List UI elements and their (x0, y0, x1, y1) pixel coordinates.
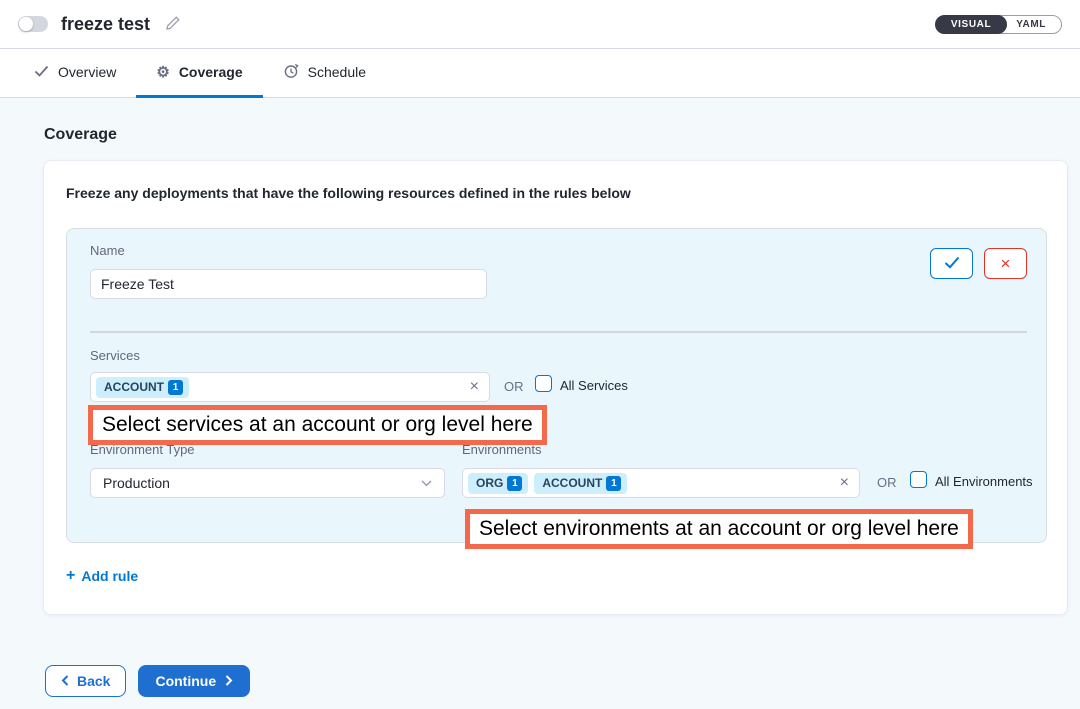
environment-chip-account[interactable]: ACCOUNT 1 (534, 473, 627, 494)
environments-multiselect[interactable]: ORG 1 ACCOUNT 1 × (462, 468, 860, 498)
chip-count-badge: 1 (606, 476, 621, 491)
continue-label: Continue (155, 673, 216, 689)
tab-schedule-label: Schedule (308, 64, 366, 80)
panel-divider (90, 331, 1027, 333)
environments-annotation-callout: Select environments at an account or org… (465, 509, 973, 549)
environment-type-select[interactable]: Production (90, 468, 445, 498)
tab-schedule[interactable]: Schedule (263, 49, 386, 98)
all-services-label: All Services (560, 378, 628, 393)
plus-icon: + (66, 567, 75, 585)
checkmark-icon (944, 256, 960, 272)
clear-environments-icon[interactable]: × (840, 475, 849, 491)
chip-label: ORG (476, 476, 503, 490)
clear-services-icon[interactable]: × (470, 379, 479, 395)
continue-button[interactable]: Continue (138, 665, 250, 697)
tab-overview[interactable]: Overview (14, 49, 136, 98)
wizard-footer: Back Continue (45, 665, 1080, 697)
services-annotation-callout: Select services at an account or org lev… (88, 405, 547, 445)
schedule-clock-icon (283, 63, 299, 82)
coverage-card: Freeze any deployments that have the fol… (43, 160, 1068, 615)
chip-label: ACCOUNT (542, 476, 602, 490)
top-bar: freeze test VISUAL YAML (0, 0, 1080, 49)
coverage-page: Coverage Freeze any deployments that hav… (0, 98, 1080, 709)
visual-yaml-switcher: VISUAL YAML (935, 15, 1062, 34)
name-label: Name (90, 243, 125, 258)
all-services-checkbox[interactable] (535, 375, 552, 392)
environment-chip-org[interactable]: ORG 1 (468, 473, 528, 494)
tab-coverage-label: Coverage (179, 64, 243, 80)
tab-coverage[interactable]: ⚙ Coverage (136, 49, 262, 98)
environment-type-value: Production (103, 475, 170, 491)
check-icon (34, 64, 49, 80)
rule-name-input[interactable] (90, 269, 487, 299)
page-title: freeze test (61, 14, 150, 35)
services-or-label: OR (504, 379, 524, 394)
edit-title-button[interactable] (163, 13, 183, 36)
environments-or-label: OR (877, 475, 897, 490)
gear-icon: ⚙ (156, 65, 169, 80)
all-environments-label: All Environments (935, 474, 1033, 489)
back-button[interactable]: Back (45, 665, 126, 697)
add-rule-button[interactable]: + Add rule (66, 567, 138, 585)
service-chip-account[interactable]: ACCOUNT 1 (96, 377, 189, 398)
rule-actions: × (930, 248, 1027, 279)
services-multiselect[interactable]: ACCOUNT 1 × (90, 372, 490, 402)
all-environments-checkbox[interactable] (910, 471, 927, 488)
chip-count-badge: 1 (507, 476, 522, 491)
toggle-knob (19, 17, 33, 31)
section-title: Coverage (44, 126, 1080, 144)
chip-label: ACCOUNT (104, 380, 164, 394)
add-rule-label: Add rule (81, 568, 138, 584)
chip-count-badge: 1 (168, 380, 183, 395)
close-icon: × (1001, 255, 1011, 272)
chevron-left-icon (61, 673, 69, 689)
tab-bar: Overview ⚙ Coverage Schedule (0, 49, 1080, 98)
services-label: Services (90, 348, 140, 363)
freeze-enabled-toggle[interactable] (18, 16, 48, 32)
pencil-icon (165, 15, 181, 34)
tab-overview-label: Overview (58, 64, 116, 80)
confirm-rule-button[interactable] (930, 248, 973, 279)
delete-rule-button[interactable]: × (984, 248, 1027, 279)
card-description: Freeze any deployments that have the fol… (66, 185, 1067, 201)
rule-panel: Name × Services ACCOUNT 1 (66, 228, 1047, 543)
visual-toggle-button[interactable]: VISUAL (935, 15, 1007, 34)
chevron-down-icon (421, 480, 432, 487)
back-label: Back (77, 673, 110, 689)
chevron-right-icon (225, 673, 233, 689)
